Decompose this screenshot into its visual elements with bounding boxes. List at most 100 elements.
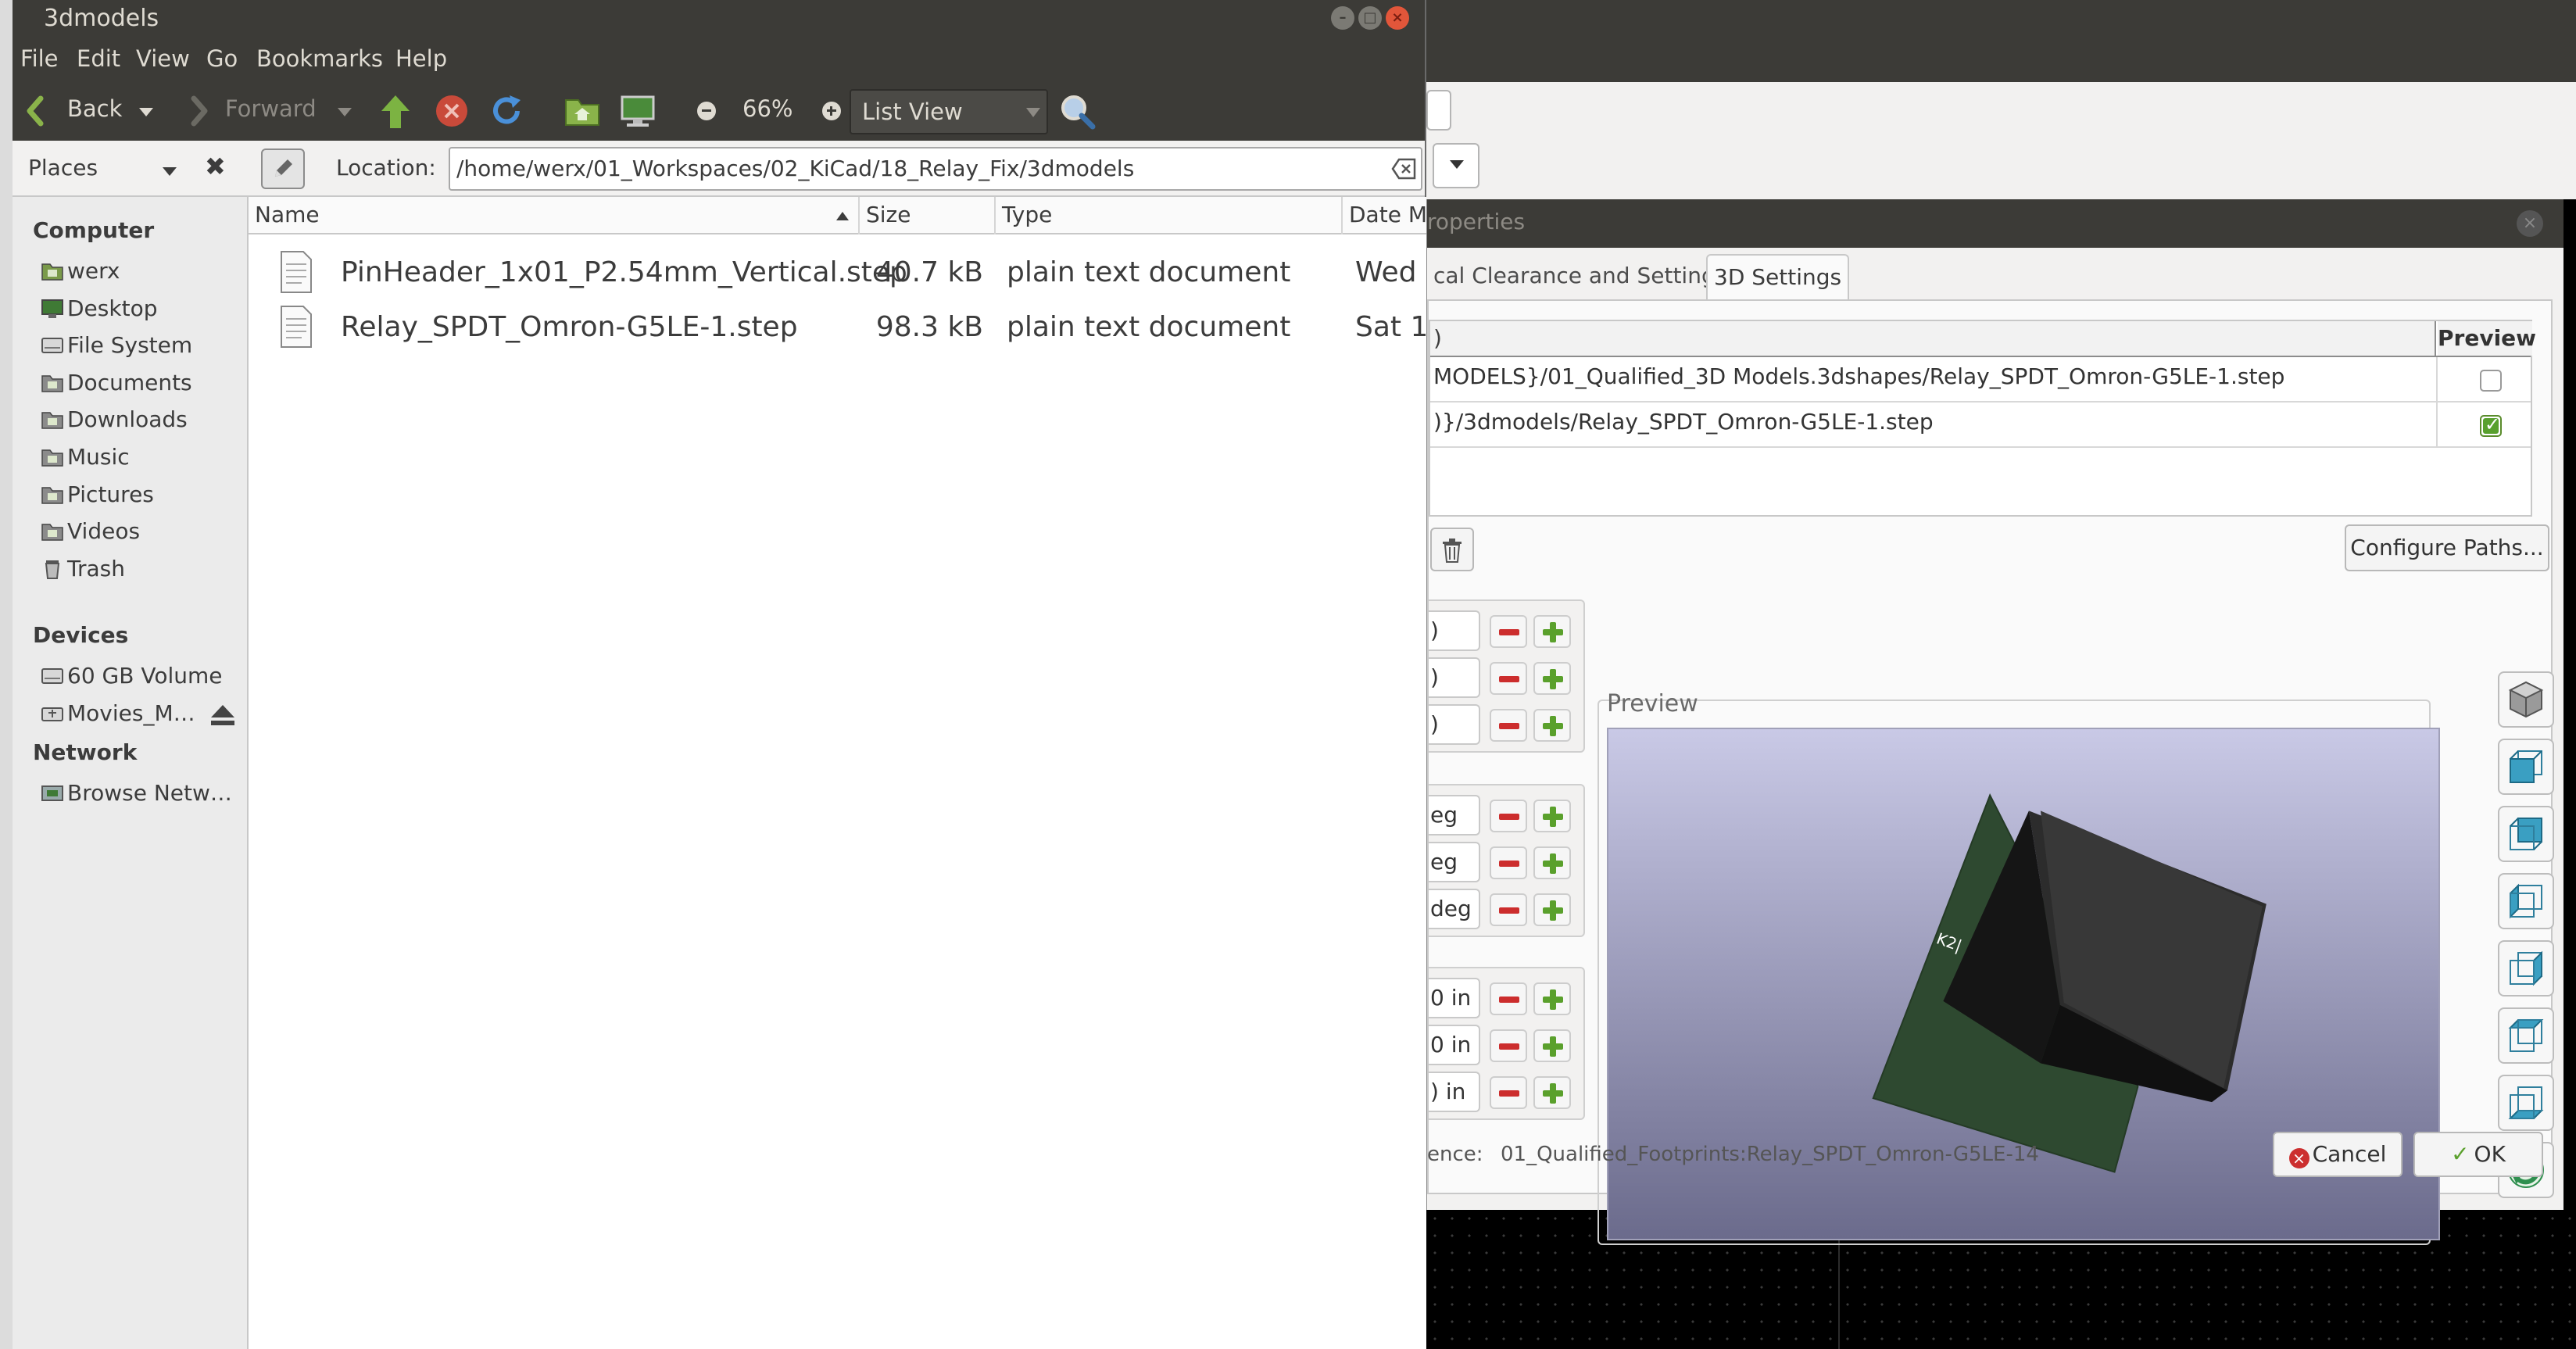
rotation-y-field[interactable]: eg: [1429, 842, 1480, 882]
back-arrow-icon[interactable]: [25, 94, 45, 128]
offset-z-field[interactable]: ) in: [1429, 1072, 1480, 1112]
model-path[interactable]: MODELS}/01_Qualified_3D Models.3dshapes/…: [1433, 363, 2284, 389]
file-size: 98.3 kB: [875, 311, 983, 343]
footprint-properties-dialog: roperties × cal Clearance and Settings 3…: [1426, 199, 2563, 1245]
offset-z-decrement-button[interactable]: [1490, 1076, 1527, 1109]
rotation-z-increment-button[interactable]: [1533, 893, 1571, 926]
home-folder-icon[interactable]: [564, 94, 600, 128]
tab-3d-settings[interactable]: 3D Settings: [1706, 254, 1850, 299]
back-button[interactable]: Back: [67, 95, 122, 122]
ok-button[interactable]: ✓ OK: [2413, 1132, 2543, 1177]
column-header-name[interactable]: Name: [249, 197, 860, 234]
forward-history-dropdown[interactable]: [338, 108, 352, 116]
view-3d-button[interactable]: [2498, 671, 2554, 728]
stop-icon[interactable]: [435, 94, 469, 128]
offset-z-increment-button[interactable]: [1533, 1076, 1571, 1109]
offset-x-increment-button[interactable]: [1533, 982, 1571, 1015]
scale-z-increment-button[interactable]: [1533, 709, 1571, 742]
rotation-z-decrement-button[interactable]: [1490, 893, 1527, 926]
view-front-button[interactable]: [2498, 739, 2554, 795]
model-path[interactable]: )}/3dmodels/Relay_SPDT_Omron-G5LE-1.step: [1433, 409, 1934, 435]
model-path-column-header[interactable]: ): [1430, 321, 2436, 356]
chevron-down-icon[interactable]: [163, 167, 177, 176]
search-icon[interactable]: [1060, 94, 1096, 130]
file-type: plain text document: [1007, 256, 1291, 288]
file-row[interactable]: Relay_SPDT_Omron-G5LE-1.step 98.3 kB plain…: [249, 300, 1426, 353]
menu-file[interactable]: File: [20, 45, 59, 72]
scale-y-field[interactable]: ): [1429, 657, 1480, 698]
reference-label: ence:: [1427, 1143, 1483, 1166]
view-back-icon: [2510, 818, 2542, 850]
preview-column-header[interactable]: Preview: [2438, 321, 2536, 356]
close-button[interactable]: ×: [1386, 6, 1409, 30]
offset-y-decrement-button[interactable]: [1490, 1029, 1527, 1062]
column-header-type[interactable]: Type: [996, 197, 1343, 234]
cancel-button[interactable]: × Cancel: [2273, 1132, 2402, 1177]
scale-y-increment-button[interactable]: [1533, 662, 1571, 695]
menu-go[interactable]: Go: [206, 45, 238, 72]
view-bottom-button[interactable]: [2498, 1075, 2554, 1131]
rotation-x-field[interactable]: eg: [1429, 795, 1480, 836]
column-divider: [2436, 403, 2438, 446]
minimize-button[interactable]: –: [1331, 6, 1354, 30]
rotation-y-increment-button[interactable]: [1533, 846, 1571, 879]
preview-checkbox-checked[interactable]: [2480, 413, 2502, 437]
location-input[interactable]: /home/werx/01_Workspaces/02_KiCad/18_Rel…: [449, 147, 1422, 191]
close-sidebar-icon[interactable]: ✖: [205, 152, 226, 181]
forward-arrow-icon[interactable]: [189, 94, 209, 128]
menu-bookmarks[interactable]: Bookmarks: [256, 45, 383, 72]
window-titlebar[interactable]: 3dmodels – □ ×: [13, 0, 1425, 38]
menu-view[interactable]: View: [136, 45, 190, 72]
view-mode-select[interactable]: List View: [850, 89, 1048, 134]
column-header-date[interactable]: Date M: [1343, 197, 1499, 234]
toggle-location-button[interactable]: [261, 148, 305, 189]
background-titlebar: [1426, 0, 2576, 82]
zoom-in-icon[interactable]: [822, 102, 841, 120]
eject-icon[interactable]: [209, 703, 236, 727]
model-row[interactable]: MODELS}/01_Qualified_3D Models.3dshapes/…: [1430, 357, 2531, 403]
offset-y-increment-button[interactable]: [1533, 1029, 1571, 1062]
file-row[interactable]: PinHeader_1x01_P2.54mm_Vertical.step 40.7…: [249, 245, 1426, 299]
view-back-button[interactable]: [2498, 806, 2554, 862]
devices-section-header: Devices: [33, 622, 129, 648]
rotation-x-increment-button[interactable]: [1533, 800, 1571, 832]
view-right-button[interactable]: [2498, 940, 2554, 997]
background-dropdown-button[interactable]: [1433, 143, 1479, 188]
forward-button[interactable]: Forward: [225, 95, 317, 122]
clear-input-icon[interactable]: [1391, 158, 1416, 180]
toolbar: Back Forward 66% List View: [13, 83, 1425, 141]
reload-icon[interactable]: [489, 94, 524, 128]
zoom-out-icon[interactable]: [697, 102, 716, 120]
offset-x-field[interactable]: 0 in: [1429, 978, 1480, 1018]
offset-y-field[interactable]: 0 in: [1429, 1025, 1480, 1065]
offset-x-decrement-button[interactable]: [1490, 982, 1527, 1015]
sidebar-item-label: Pictures: [67, 481, 154, 507]
scale-x-increment-button[interactable]: [1533, 615, 1571, 648]
scale-z-decrement-button[interactable]: [1490, 709, 1527, 742]
scale-y-decrement-button[interactable]: [1490, 662, 1527, 695]
scale-z-field[interactable]: ): [1429, 704, 1480, 745]
tab-clearance-settings[interactable]: cal Clearance and Settings: [1427, 254, 1733, 299]
rotation-y-decrement-button[interactable]: [1490, 846, 1527, 879]
up-arrow-icon[interactable]: [380, 94, 411, 130]
delete-model-button[interactable]: [1430, 528, 1474, 571]
videos-folder-icon: [41, 524, 63, 541]
column-header-size[interactable]: Size: [860, 197, 996, 234]
rotation-x-decrement-button[interactable]: [1490, 800, 1527, 832]
preview-checkbox[interactable]: [2480, 370, 2502, 392]
background-toolbar-button[interactable]: [1426, 90, 1451, 131]
menu-help[interactable]: Help: [395, 45, 447, 72]
places-selector[interactable]: Places: [28, 155, 98, 181]
view-left-button[interactable]: [2498, 873, 2554, 929]
scale-x-field[interactable]: ): [1429, 610, 1480, 651]
maximize-button[interactable]: □: [1358, 6, 1382, 30]
scale-x-decrement-button[interactable]: [1490, 615, 1527, 648]
view-top-button[interactable]: [2498, 1007, 2554, 1064]
computer-icon[interactable]: [619, 94, 657, 128]
rotation-z-field[interactable]: deg: [1429, 889, 1480, 929]
menu-edit[interactable]: Edit: [77, 45, 120, 72]
back-history-dropdown[interactable]: [139, 108, 153, 116]
dialog-close-button[interactable]: ×: [2517, 210, 2543, 237]
configure-paths-button[interactable]: Configure Paths...: [2345, 524, 2549, 571]
model-row[interactable]: )}/3dmodels/Relay_SPDT_Omron-G5LE-1.step: [1430, 403, 2531, 448]
